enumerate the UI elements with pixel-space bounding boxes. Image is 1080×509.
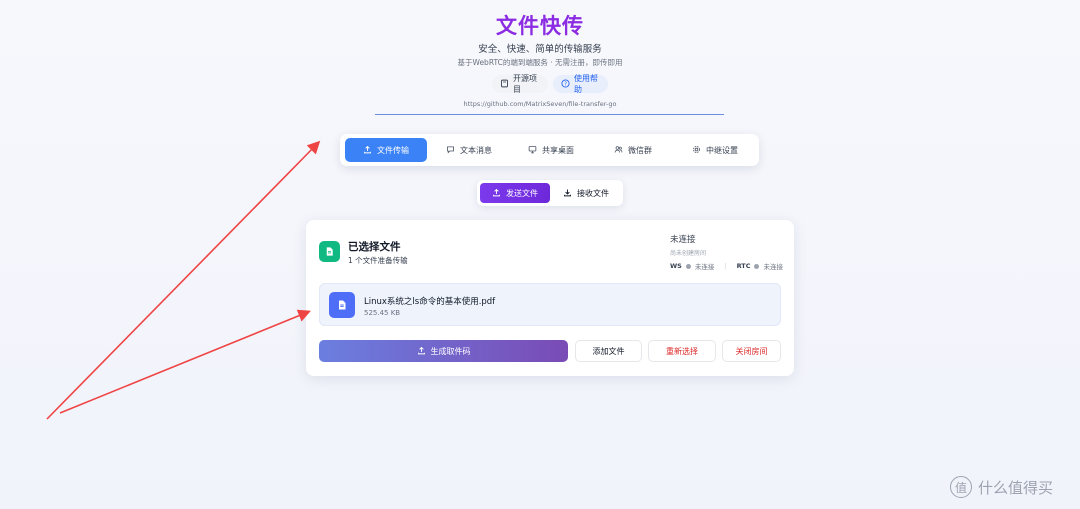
app-subtitle: 安全、快速、简单的传输服务 bbox=[478, 44, 602, 55]
gear-icon bbox=[692, 145, 701, 156]
room-status: 尚未创建房间 bbox=[670, 250, 707, 257]
open-source-button[interactable]: 开源项目 bbox=[492, 74, 548, 94]
watermark-logo: 值 bbox=[950, 476, 972, 498]
separator: | bbox=[724, 262, 727, 270]
add-file-button[interactable]: 添加文件 bbox=[575, 340, 642, 362]
generate-code-button[interactable]: 生成取件码 bbox=[319, 340, 568, 362]
feature-tabs: 文件传输 文本消息 共享桌面 微信群 中继设置 bbox=[340, 134, 759, 166]
upload-icon bbox=[363, 145, 372, 156]
file-panel: 已选择文件 1 个文件准备传输 未连接 尚未创建房间 WS 未连接 | RTC … bbox=[306, 220, 794, 376]
file-list-item[interactable]: Linux系统之ls命令的基本使用.pdf 525.45 KB bbox=[319, 283, 781, 326]
download-icon bbox=[563, 188, 572, 199]
selected-files-title: 已选择文件 bbox=[348, 241, 401, 253]
file-size: 525.45 KB bbox=[364, 309, 401, 317]
tab-label: 中继设置 bbox=[706, 145, 738, 155]
generate-code-label: 生成取件码 bbox=[430, 346, 471, 356]
tab-text-message[interactable]: 文本消息 bbox=[429, 138, 509, 162]
tab-label: 文件传输 bbox=[377, 145, 409, 155]
watermark: 值 什么值得买 bbox=[950, 476, 1053, 498]
selected-files-count: 1 个文件准备传输 bbox=[348, 256, 408, 265]
ws-label: WS bbox=[670, 262, 682, 270]
file-check-icon bbox=[319, 241, 340, 262]
arrow-to-file bbox=[59, 309, 311, 414]
message-icon bbox=[446, 145, 455, 156]
help-icon: ? bbox=[561, 78, 570, 90]
connection-indicators: WS 未连接 | RTC 未连接 bbox=[670, 261, 783, 271]
watermark-text: 什么值得买 bbox=[978, 478, 1054, 497]
help-button[interactable]: ? 使用帮助 bbox=[553, 74, 608, 94]
tab-relay-settings[interactable]: 中继设置 bbox=[675, 138, 755, 162]
file-name: Linux系统之ls命令的基本使用.pdf bbox=[364, 297, 496, 307]
tab-share-desktop[interactable]: 共享桌面 bbox=[511, 138, 591, 162]
open-source-label: 开源项目 bbox=[513, 74, 537, 94]
receive-file-label: 接收文件 bbox=[577, 188, 609, 198]
arrow-to-tabs bbox=[46, 140, 321, 420]
tab-label: 共享桌面 bbox=[542, 145, 574, 155]
tab-wechat-group[interactable]: 微信群 bbox=[593, 138, 673, 162]
users-icon bbox=[614, 145, 623, 156]
send-file-button[interactable]: 发送文件 bbox=[480, 183, 550, 203]
ws-status-dot bbox=[685, 263, 691, 269]
rtc-status: 未连接 bbox=[763, 263, 783, 271]
document-icon bbox=[329, 292, 355, 318]
app-tagline: 基于WebRTC的端到端服务 · 无需注册，即传即用 bbox=[457, 58, 623, 67]
tab-label: 微信群 bbox=[628, 145, 652, 155]
divider bbox=[375, 114, 724, 115]
rtc-label: RTC bbox=[736, 262, 751, 270]
tab-label: 文本消息 bbox=[460, 145, 492, 155]
github-icon bbox=[500, 79, 509, 90]
app-title: 文件快传 bbox=[496, 14, 584, 38]
tab-file-transfer[interactable]: 文件传输 bbox=[345, 138, 427, 162]
receive-file-button[interactable]: 接收文件 bbox=[552, 183, 620, 203]
svg-text:?: ? bbox=[564, 81, 567, 87]
mode-switch: 发送文件 接收文件 bbox=[477, 180, 623, 206]
monitor-icon bbox=[528, 145, 537, 156]
close-room-button[interactable]: 关闭房间 bbox=[722, 340, 781, 362]
repo-link[interactable]: https://github.com/MatrixSeven/file-tran… bbox=[0, 100, 1080, 108]
upload-icon bbox=[417, 346, 426, 357]
help-label: 使用帮助 bbox=[574, 74, 598, 94]
ws-status: 未连接 bbox=[694, 263, 715, 271]
connection-status: 未连接 bbox=[670, 235, 696, 245]
send-file-label: 发送文件 bbox=[506, 188, 538, 198]
reselect-button[interactable]: 重新选择 bbox=[648, 340, 716, 362]
rtc-status-dot bbox=[754, 263, 760, 269]
upload-icon bbox=[492, 188, 501, 199]
